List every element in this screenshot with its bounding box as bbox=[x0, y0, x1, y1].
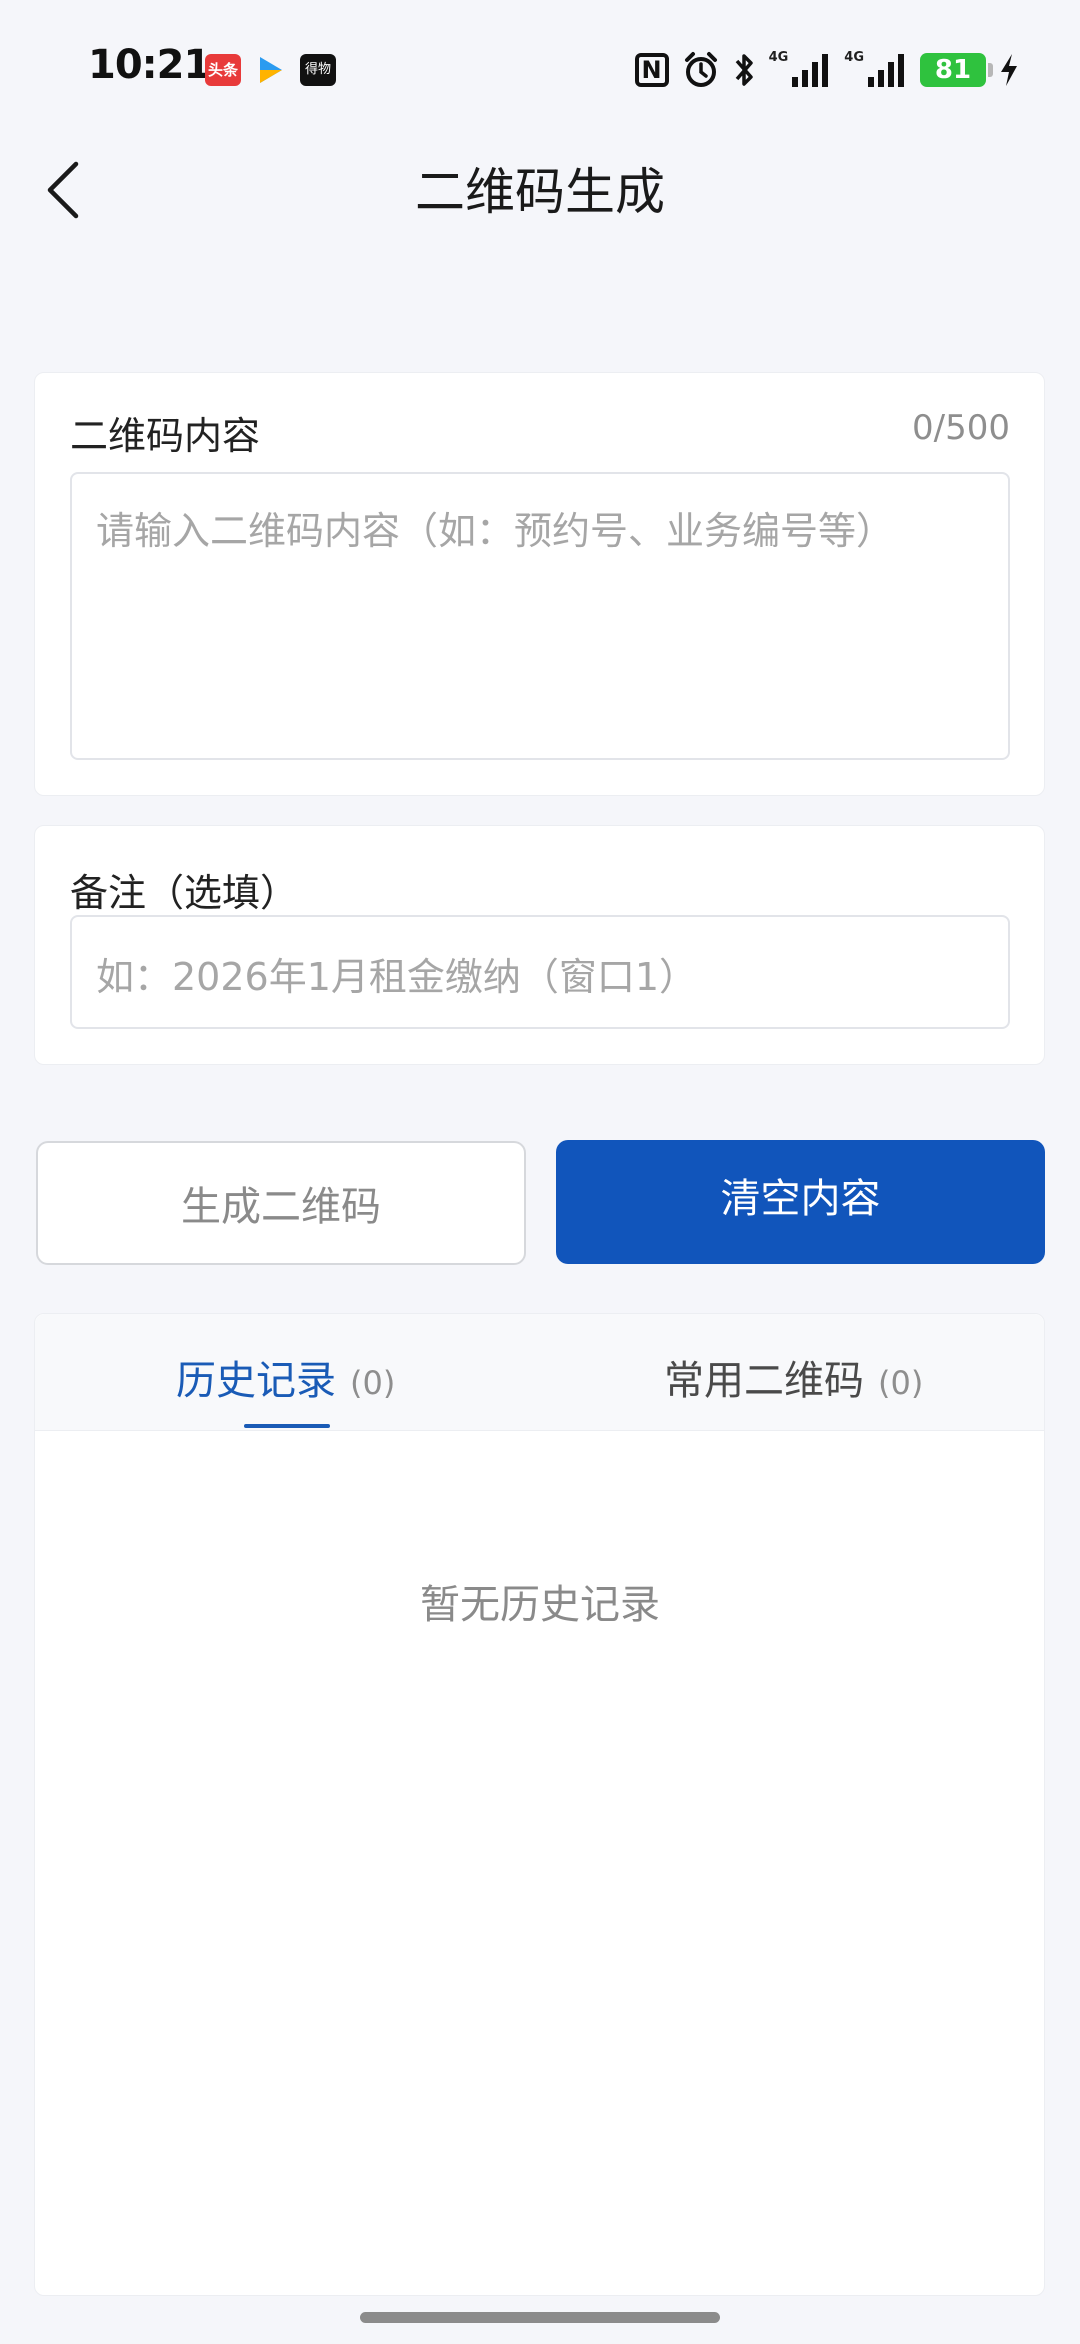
bluetooth-icon bbox=[733, 48, 757, 92]
play-icon bbox=[258, 54, 284, 86]
dewu-app-icon: 得物 bbox=[300, 54, 336, 86]
home-indicator[interactable] bbox=[360, 2312, 720, 2323]
empty-state-text: 暂无历史记录 bbox=[420, 1582, 660, 1628]
toutiao-app-icon: 头条 bbox=[205, 54, 241, 86]
charging-icon bbox=[998, 48, 1020, 92]
status-time: 10:21 bbox=[88, 42, 211, 88]
tab-common-qr[interactable]: 常用二维码 (0) bbox=[664, 1348, 923, 1406]
qr-content-placeholder: 请输入二维码内容（如：预约号、业务编号等） bbox=[96, 509, 895, 553]
clear-content-button[interactable]: 清空内容 bbox=[556, 1140, 1045, 1264]
alarm-icon bbox=[681, 48, 721, 92]
status-bar: 10:21 头条 得物 N 4G 4G 81 bbox=[0, 0, 1080, 120]
tab-history-count: (0) bbox=[350, 1364, 396, 1402]
active-tab-indicator bbox=[244, 1424, 330, 1428]
signal-icon-2: 4G bbox=[844, 48, 908, 92]
generate-qr-button[interactable]: 生成二维码 bbox=[36, 1141, 526, 1265]
nfc-icon: N bbox=[634, 48, 669, 92]
note-placeholder: 如：2026年1月租金缴纳（窗口1） bbox=[96, 955, 698, 999]
tab-common-count: (0) bbox=[878, 1364, 924, 1402]
tab-history[interactable]: 历史记录 (0) bbox=[176, 1348, 395, 1406]
char-counter: 0/500 bbox=[912, 408, 1010, 448]
battery-icon: 81 bbox=[920, 48, 993, 92]
signal-icon-1: 4G bbox=[769, 48, 833, 92]
note-label: 备注（选填） bbox=[70, 871, 299, 915]
records-panel bbox=[34, 1313, 1045, 2296]
qr-content-label: 二维码内容 bbox=[70, 414, 261, 458]
tab-history-label: 历史记录 bbox=[176, 1358, 336, 1404]
status-icons: N 4G 4G 81 bbox=[634, 46, 1020, 94]
page-title: 二维码生成 bbox=[415, 163, 665, 221]
tab-common-label: 常用二维码 bbox=[664, 1358, 864, 1404]
